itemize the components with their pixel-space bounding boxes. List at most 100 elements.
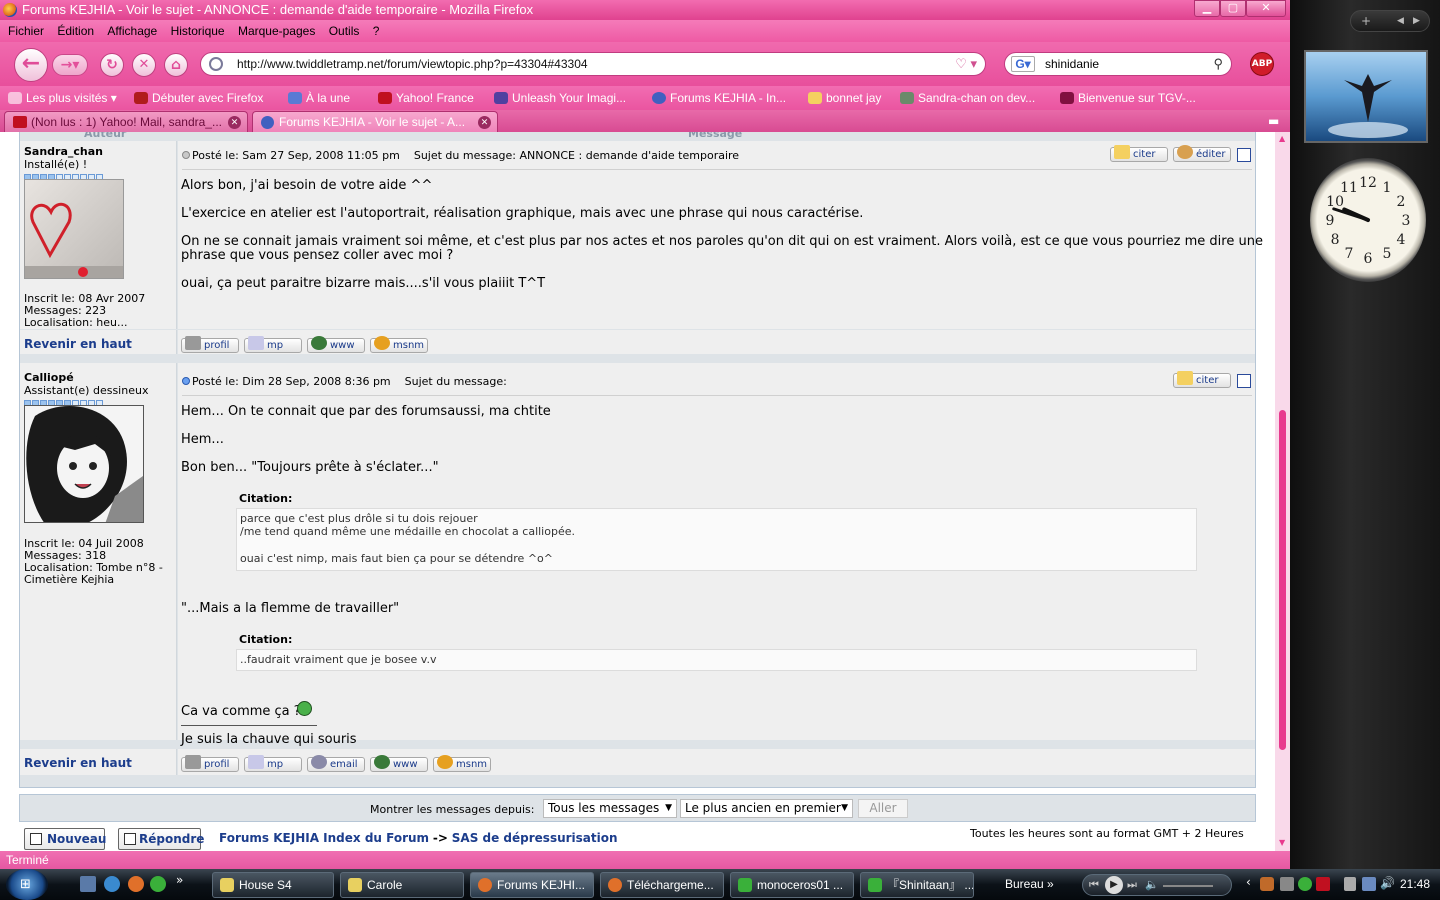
more-quicklaunch-icon[interactable]: » <box>176 873 183 887</box>
tray-network-icon[interactable] <box>1362 877 1376 891</box>
firefox-quicklaunch-icon[interactable] <box>128 876 144 892</box>
post2-msn-button[interactable]: msnm <box>433 755 491 772</box>
post1-author-name[interactable]: Sandra_chan <box>24 145 103 158</box>
post1-quote-button[interactable]: citer <box>1110 145 1168 162</box>
bookmark-yahoo[interactable]: Yahoo! France <box>378 86 474 110</box>
breadcrumb-forum[interactable]: SAS de dépressurisation <box>452 831 618 845</box>
minimize-button[interactable]: ▁ <box>1194 0 1220 17</box>
prev-track-icon[interactable]: ⏮ <box>1089 878 1099 892</box>
post1-profile-button[interactable]: profil <box>181 336 239 353</box>
taskbar-clock[interactable]: 21:48 <box>1400 877 1430 891</box>
ip-icon[interactable] <box>1237 374 1251 388</box>
post2-quote-button[interactable]: citer <box>1173 371 1231 388</box>
post2-email-button[interactable]: email <box>307 755 365 772</box>
menu-tools[interactable]: Outils <box>329 24 360 38</box>
add-gadget-icon[interactable]: + <box>1361 11 1371 31</box>
task-carole[interactable]: Carole <box>340 872 464 898</box>
tray-battery-icon[interactable] <box>1344 877 1356 891</box>
task-downloads[interactable]: Téléchargeme... <box>600 872 724 898</box>
post1-msn-button[interactable]: msnm <box>370 336 428 353</box>
ip-icon[interactable] <box>1237 148 1251 162</box>
prev-icon[interactable]: ◀ <box>1397 11 1404 31</box>
tray-msn-icon[interactable] <box>1298 877 1312 891</box>
bookmark-tgv[interactable]: Bienvenue sur TGV-... <box>1060 86 1196 110</box>
menu-edit[interactable]: Édition <box>57 24 94 38</box>
google-engine-icon[interactable]: G▾ <box>1011 56 1035 72</box>
scroll-down-icon[interactable]: ▼ <box>1279 838 1285 847</box>
post2-pm-button[interactable]: mp <box>244 755 302 772</box>
post2-back-top-link[interactable]: Revenir en haut <box>24 756 132 770</box>
desktop-toolbar[interactable]: Bureau » <box>1005 877 1054 891</box>
tab-kejhia-forum[interactable]: Forums KEJHIA - Voir le sujet - A... ✕ <box>252 111 498 132</box>
site-identity-icon[interactable] <box>209 57 223 71</box>
heart-dropdown-icon[interactable]: ♡ ▾ <box>955 53 977 75</box>
play-icon[interactable]: ▶ <box>1105 876 1123 894</box>
close-tab-icon[interactable]: ✕ <box>478 116 491 129</box>
reply-button[interactable]: Répondre <box>118 828 204 850</box>
tray-device-icon[interactable] <box>1280 877 1294 891</box>
task-house[interactable]: House S4 <box>212 872 334 898</box>
close-window-button[interactable]: ✕ <box>1246 0 1286 17</box>
breadcrumb-index[interactable]: Forums KEJHIA Index du Forum <box>219 831 429 845</box>
next-track-icon[interactable]: ⏭ <box>1127 878 1137 892</box>
bookmark-sandra[interactable]: Sandra-chan on dev... <box>900 86 1035 110</box>
post2-avatar <box>24 405 144 523</box>
back-arrow-icon[interactable]: ← <box>14 48 48 82</box>
post1-pm-button[interactable]: mp <box>244 336 302 353</box>
bookmark-news[interactable]: À la une <box>288 86 350 110</box>
post1-www-button[interactable]: www <box>307 336 365 353</box>
tray-app-icon[interactable] <box>1260 877 1274 891</box>
new-topic-button[interactable]: Nouveau <box>24 828 106 850</box>
ie-icon[interactable] <box>104 876 120 892</box>
menu-file[interactable]: Fichier <box>8 24 44 38</box>
tab-yahoo-mail[interactable]: (Non lus : 1) Yahoo! Mail, sandra_... ✕ <box>4 111 248 132</box>
bookmark-kejhia[interactable]: Forums KEJHIA - In... <box>652 86 786 110</box>
bookmark-most-visited[interactable]: Les plus visités ▾ <box>8 86 117 110</box>
url-bar[interactable]: http://www.twiddletramp.net/forum/viewto… <box>200 52 986 76</box>
show-desktop-icon[interactable] <box>80 876 96 892</box>
post2-author-name[interactable]: Calliopé <box>24 371 74 384</box>
next-icon[interactable]: ▶ <box>1413 11 1420 31</box>
bookmark-getting-started[interactable]: Débuter avec Firefox <box>134 86 263 110</box>
bookmark-bonnet[interactable]: bonnet jay <box>808 86 881 110</box>
go-button[interactable]: Aller <box>858 799 908 818</box>
reload-icon[interactable]: ↻ <box>100 53 124 77</box>
clock-gadget[interactable]: 12 1 2 3 4 5 6 7 8 9 10 11 <box>1310 158 1426 282</box>
slideshow-gadget[interactable] <box>1304 50 1428 143</box>
search-box[interactable]: G▾ shinidanie ⚲ <box>1004 52 1232 76</box>
task-monoceros[interactable]: monoceros01 ... <box>730 872 854 898</box>
menu-history[interactable]: Historique <box>171 24 225 38</box>
forward-arrow-icon[interactable]: →▾ <box>52 54 88 76</box>
start-button[interactable]: ⊞ <box>6 869 48 900</box>
stop-icon[interactable]: ✕ <box>132 53 156 77</box>
close-tab-icon[interactable]: ✕ <box>228 116 241 129</box>
tray-expand-icon[interactable]: ‹ <box>1246 875 1251 889</box>
menu-view[interactable]: Affichage <box>107 24 157 38</box>
adblock-icon[interactable]: ABP <box>1250 52 1274 76</box>
show-from-select[interactable]: Tous les messages ▼ <box>543 799 677 818</box>
menu-help[interactable]: ? <box>373 24 380 38</box>
post2-www-button[interactable]: www <box>370 755 428 772</box>
scroll-up-icon[interactable]: ▲ <box>1279 134 1285 143</box>
bookmark-unleash[interactable]: Unleash Your Imagi... <box>494 86 626 110</box>
post2-profile-button[interactable]: profil <box>181 755 239 772</box>
menu-bookmarks[interactable]: Marque-pages <box>238 24 315 38</box>
post-icon-new[interactable] <box>182 377 190 385</box>
search-magnifier-icon[interactable]: ⚲ <box>1213 53 1223 75</box>
maximize-button[interactable]: ▢ <box>1220 0 1246 17</box>
post-icon[interactable] <box>182 151 190 159</box>
tray-volume-icon[interactable]: 🔊 <box>1380 876 1395 890</box>
list-all-tabs-icon[interactable]: ▬ <box>1268 114 1279 128</box>
clock-numeral: 6 <box>1364 251 1373 267</box>
task-firefox-forum[interactable]: Forums KEJHI... <box>470 872 594 898</box>
post1-edit-button[interactable]: éditer <box>1173 145 1231 162</box>
volume-icon[interactable]: 🔈 <box>1145 878 1159 891</box>
post1-back-top-link[interactable]: Revenir en haut <box>24 337 132 351</box>
task-shinitaan[interactable]: 『Shinitaan』 ... <box>860 872 974 898</box>
tray-m-icon[interactable] <box>1316 877 1330 891</box>
order-select[interactable]: Le plus ancien en premier ▼ <box>680 799 853 818</box>
volume-slider[interactable] <box>1163 885 1213 887</box>
home-icon[interactable]: ⌂ <box>164 53 188 77</box>
msn-quicklaunch-icon[interactable] <box>150 876 166 892</box>
scrollbar-thumb[interactable] <box>1279 410 1286 750</box>
